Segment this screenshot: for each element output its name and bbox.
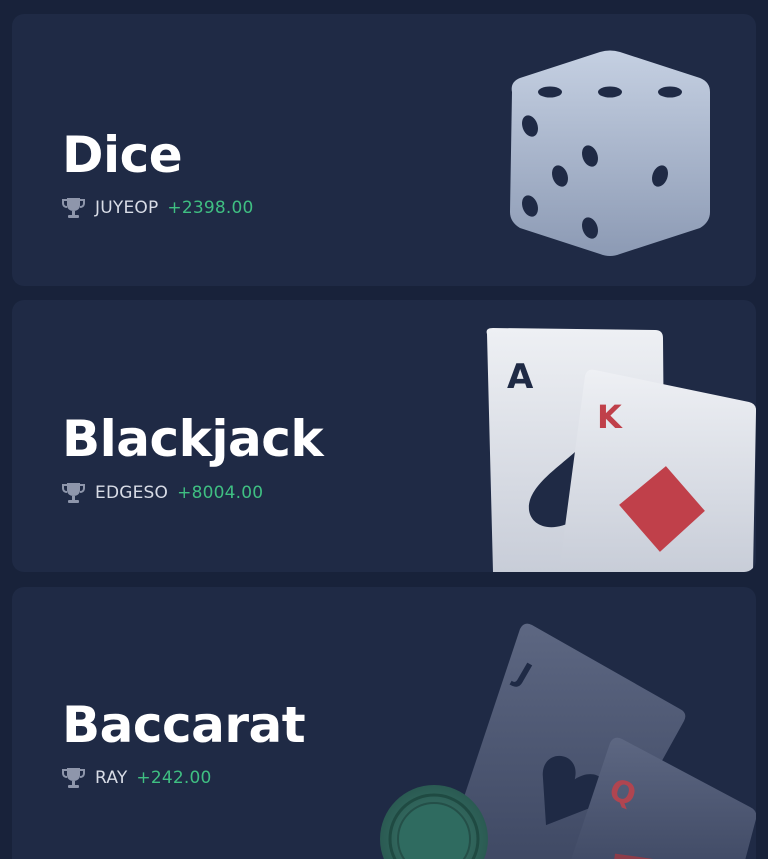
winner-name: JUYEOP (95, 198, 159, 218)
winner-amount: +8004.00 (177, 483, 264, 503)
winner-name: RAY (95, 768, 128, 788)
game-title: Dice (62, 126, 183, 184)
game-card-blackjack[interactable]: Blackjack EDGESO +8004.00 A K (12, 300, 756, 572)
playing-cards-illustration: A K (486, 328, 756, 572)
game-list: Dice JUYEOP +2398.00 Blackjack EDGESO +8… (0, 0, 768, 859)
ace-rank: A (507, 357, 534, 397)
top-winner-row: JUYEOP +2398.00 (61, 196, 254, 220)
king-rank: K (597, 398, 623, 436)
top-winner-row: EDGESO +8004.00 (61, 481, 263, 505)
winner-name: EDGESO (95, 483, 169, 503)
trophy-icon (62, 198, 85, 218)
game-card-baccarat[interactable]: Baccarat RAY +242.00 J Q (12, 587, 756, 859)
trophy-icon (62, 768, 85, 788)
game-card-dice[interactable]: Dice JUYEOP +2398.00 (12, 14, 756, 286)
trophy-icon (62, 483, 85, 503)
winner-amount: +242.00 (136, 768, 212, 788)
game-title: Blackjack (62, 410, 324, 468)
baccarat-illustration: J Q (380, 623, 756, 859)
winner-amount: +2398.00 (167, 198, 254, 218)
top-winner-row: RAY +242.00 (61, 766, 212, 790)
dice-icon (510, 50, 710, 256)
king-card: K (559, 369, 756, 572)
game-title: Baccarat (62, 696, 306, 754)
